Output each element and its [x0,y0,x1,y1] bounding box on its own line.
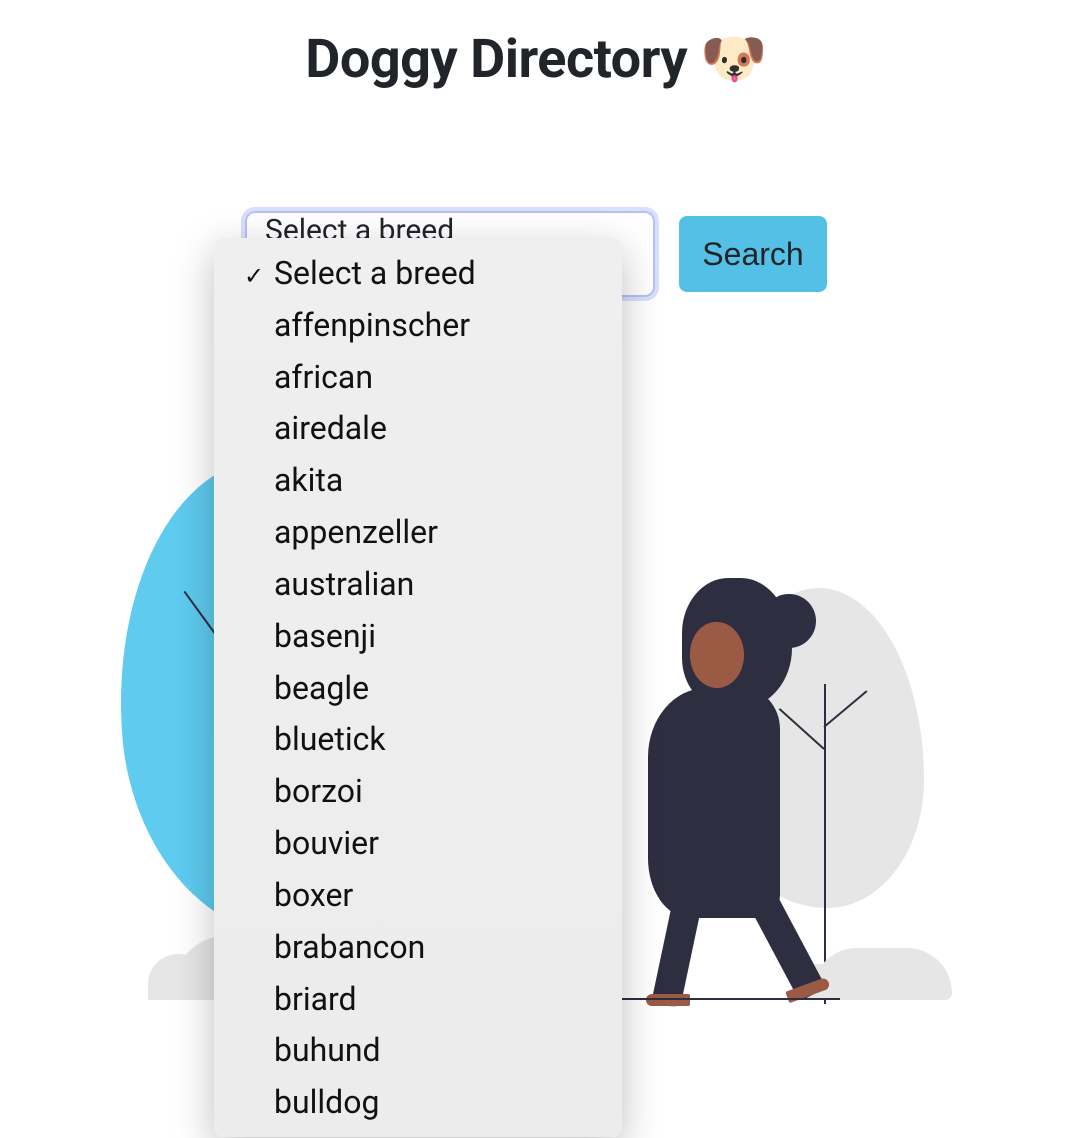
breed-option[interactable]: african [214,352,622,404]
person-face [690,622,744,688]
breed-option-label: appenzeller [274,507,438,559]
person-shoe-back [646,994,690,1006]
breed-option-label: beagle [274,663,369,715]
page-title: Doggy Directory 🐶 [0,28,1072,91]
breed-option[interactable]: appenzeller [214,507,622,559]
person-walking [590,578,850,1008]
breed-option-label: akita [274,455,343,507]
breed-option-label: boxer [274,870,353,922]
breed-option-label: Select a breed [274,248,476,300]
breed-option-label: borzoi [274,766,363,818]
breed-option-label: bulldog [274,1077,379,1129]
breed-option[interactable]: basenji [214,611,622,663]
breed-dropdown[interactable]: ✓Select a breedaffenpinscherafricanaired… [214,238,622,1137]
breed-option[interactable]: briard [214,974,622,1026]
breed-option-label: airedale [274,403,387,455]
breed-option[interactable]: bluetick [214,714,622,766]
breed-option[interactable]: akita [214,455,622,507]
breed-option-label: australian [274,559,414,611]
breed-option[interactable]: beagle [214,663,622,715]
breed-option[interactable]: bulldog [214,1077,622,1129]
search-button[interactable]: Search [679,216,827,292]
breed-option[interactable]: bouvier [214,818,622,870]
breed-option[interactable]: airedale [214,403,622,455]
breed-option[interactable]: buhund [214,1025,622,1077]
breed-option[interactable]: brabancon [214,922,622,974]
breed-option-label: bluetick [274,714,386,766]
breed-option-label: bouvier [274,818,379,870]
breed-option[interactable]: australian [214,559,622,611]
breed-option-label: african [274,352,373,404]
breed-option[interactable]: ✓Select a breed [214,248,622,300]
breed-option-label: briard [274,974,357,1026]
breed-option[interactable]: affenpinscher [214,300,622,352]
person-hair-bun [762,594,816,648]
breed-option-label: brabancon [274,922,425,974]
breed-option-label: affenpinscher [274,300,470,352]
breed-option-label: basenji [274,611,376,663]
breed-option[interactable]: borzoi [214,766,622,818]
breed-option-label: buhund [274,1025,381,1077]
breed-option[interactable]: boxer [214,870,622,922]
checkmark-icon: ✓ [244,248,274,300]
